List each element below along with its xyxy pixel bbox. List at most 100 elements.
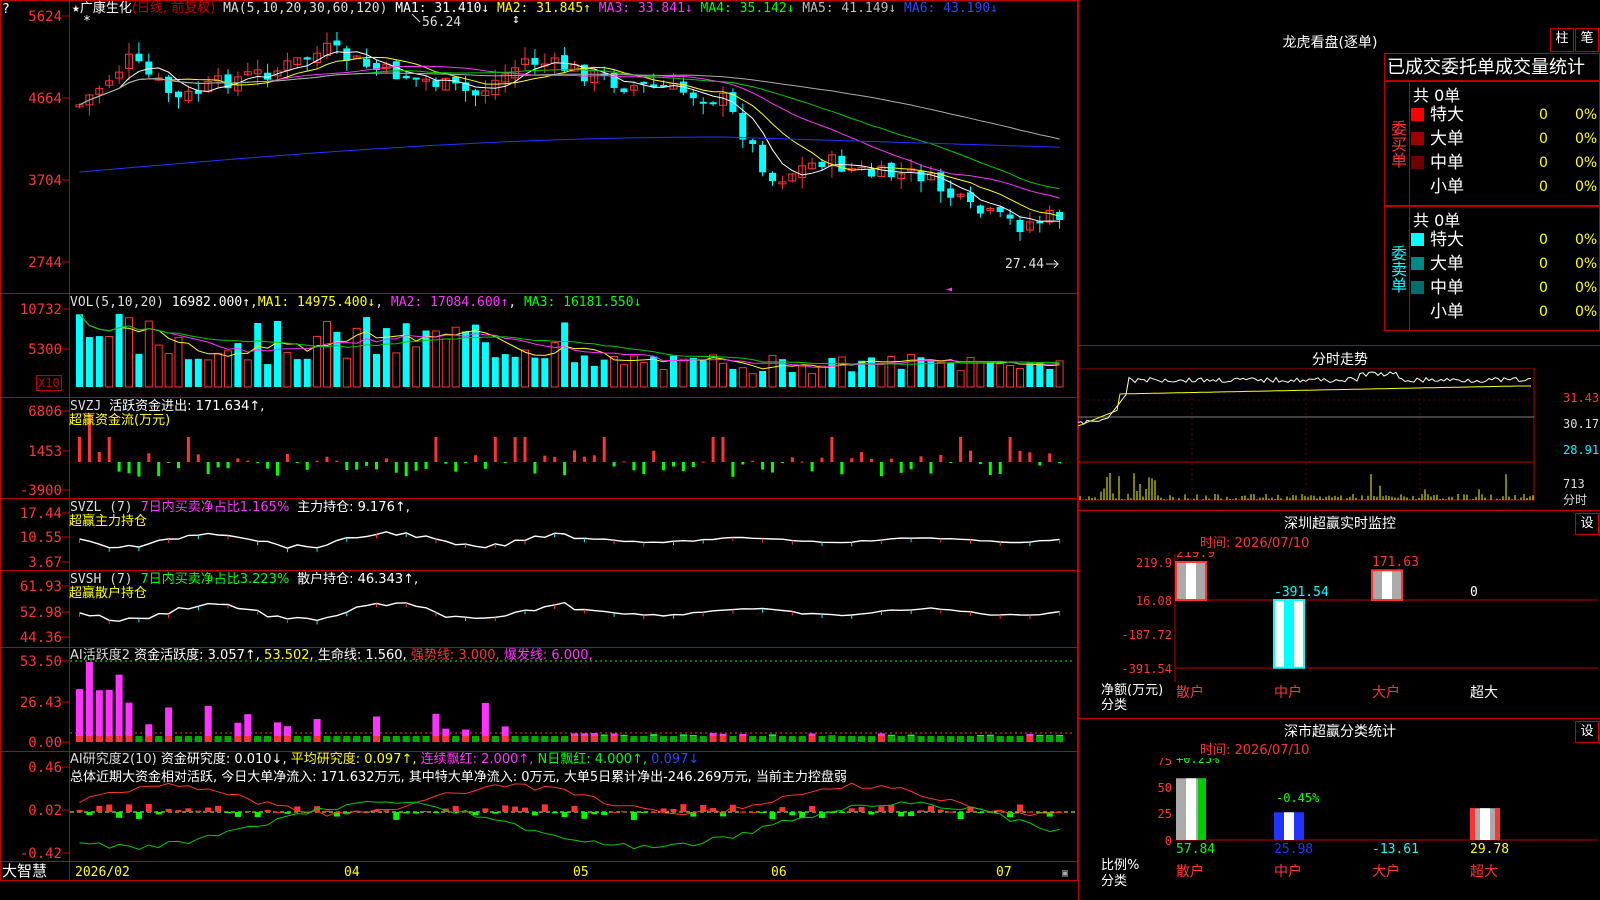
research-bar (324, 810, 330, 812)
activity-base-bar (531, 736, 539, 742)
activity-base-bar (125, 736, 133, 742)
sz-class-value-label: -13.61 (1372, 842, 1419, 857)
candle-body (620, 88, 628, 93)
research-bar (918, 810, 924, 812)
research-bar (522, 807, 528, 812)
intraday-avg-line (1078, 385, 1531, 427)
activity-base-bar (571, 736, 578, 742)
dragon-tiger-subtitle: 已成交委托单成交量统计 (1384, 53, 1600, 81)
fund-flow-bar (513, 437, 517, 462)
lock-icon[interactable]: ▣ (1062, 866, 1068, 881)
research-bar (175, 809, 182, 812)
sz-class-settings-button[interactable]: 设 (1575, 721, 1599, 743)
activity-base-bar (917, 736, 925, 742)
volume-bar (848, 371, 856, 387)
color-swatch-icon (1411, 180, 1424, 193)
activity-base-bar (165, 736, 173, 742)
volume-bar (561, 322, 569, 387)
research-bar (403, 812, 410, 814)
activity-base-bar (620, 736, 628, 742)
research-bar (452, 805, 459, 812)
fund-flow-bar (434, 437, 438, 462)
sz-class-value-label: 25.98 (1274, 842, 1313, 857)
research-bar (601, 812, 608, 816)
sz-class-change-label: -0.45% (1276, 791, 1320, 805)
activity-base-bar (660, 736, 668, 742)
sz-class-y-tick: 75 (1158, 758, 1172, 768)
research-bar (254, 812, 261, 818)
tick-view-button[interactable]: 笔 (1575, 28, 1599, 52)
candle-body (759, 144, 767, 173)
candle-body (531, 58, 539, 65)
research-bar (680, 804, 687, 812)
sz-monitor-settings-button[interactable]: 设 (1575, 513, 1599, 535)
fund-flow-bar (800, 461, 804, 463)
buy-row-label: 中单 (1430, 153, 1464, 173)
volume-bar (620, 364, 628, 388)
activity-base-bar (858, 736, 866, 742)
candle-body (947, 188, 955, 198)
candle-body (432, 80, 440, 87)
research-bar (165, 808, 172, 812)
volume-bar (600, 359, 608, 387)
volume-bar (144, 320, 153, 388)
volume-bar (808, 373, 817, 388)
volume-panel (76, 313, 1064, 388)
fund-flow-bar (899, 462, 903, 473)
fund-flow-bar (701, 461, 705, 463)
ma-line (79, 72, 1060, 140)
fund-flow-bar (622, 461, 626, 463)
volume-bar (650, 356, 658, 387)
buy-row: 大单 0 0% (1411, 128, 1599, 150)
fund-flow-bar (335, 460, 339, 462)
research-bar (977, 812, 984, 813)
category-bar (1175, 560, 1207, 602)
sz-monitor-y-tick: 16.08 (1136, 594, 1172, 608)
activity-base-bar (491, 736, 499, 742)
research-bar (116, 812, 123, 818)
sz-class-chart: 75 50 25 0 57.84 +0.25% 散户 25.98 -0.45% 中户 -13.61 大… (1158, 758, 1598, 880)
research-bar (640, 812, 647, 813)
volume-bar (214, 352, 223, 388)
buy-side-label: 委买单 (1385, 82, 1410, 205)
fund-flow-bar (384, 458, 388, 462)
svzj-header: SVZJ 活跃资金进出: 171.634↑, (70, 399, 265, 414)
candle-body (976, 205, 984, 214)
research-bar (888, 804, 895, 812)
buy-row-count: 0 (1539, 107, 1548, 123)
sz-class-change-label: +0.25% (1176, 758, 1220, 766)
research-bar (106, 804, 113, 812)
bar-view-button[interactable]: 柱 (1550, 28, 1574, 52)
volume-bar (313, 335, 322, 388)
sz-monitor-y-tick: 219.9 (1136, 556, 1172, 570)
svzl-panel (79, 531, 1061, 553)
candle-body (363, 58, 371, 67)
volume-bar (788, 372, 796, 387)
volume-bar (1046, 368, 1054, 387)
activity-base-bar (333, 736, 341, 742)
activity-base-bar (1026, 736, 1034, 742)
volume-bar (204, 359, 213, 388)
buy-row-count: 0 (1539, 179, 1548, 195)
activity-base-bar (798, 736, 806, 742)
fund-flow-bar (998, 462, 1002, 474)
fund-flow-bar (721, 437, 725, 462)
volume-bar (1016, 368, 1024, 388)
svsh-panel (79, 601, 1061, 625)
fund-flow-bar (642, 462, 646, 474)
buy-row-count: 0 (1539, 131, 1548, 147)
volume-bar (481, 342, 489, 387)
activity-base-bar (907, 736, 915, 742)
brand-logo: 大智慧 (2, 862, 48, 880)
candle-body (412, 77, 420, 80)
volume-bar (264, 364, 272, 387)
intraday-chart[interactable] (1078, 368, 1600, 510)
research-bar (759, 812, 766, 813)
activity-base-bar (95, 736, 103, 742)
activity-base-bar (679, 736, 687, 742)
activity-base-bar (877, 736, 885, 742)
intraday-vol-label: 分时 (1563, 493, 1588, 507)
x-label-3: 06 (771, 865, 787, 880)
candle-body (135, 53, 143, 62)
fund-flow-bar (751, 460, 755, 462)
